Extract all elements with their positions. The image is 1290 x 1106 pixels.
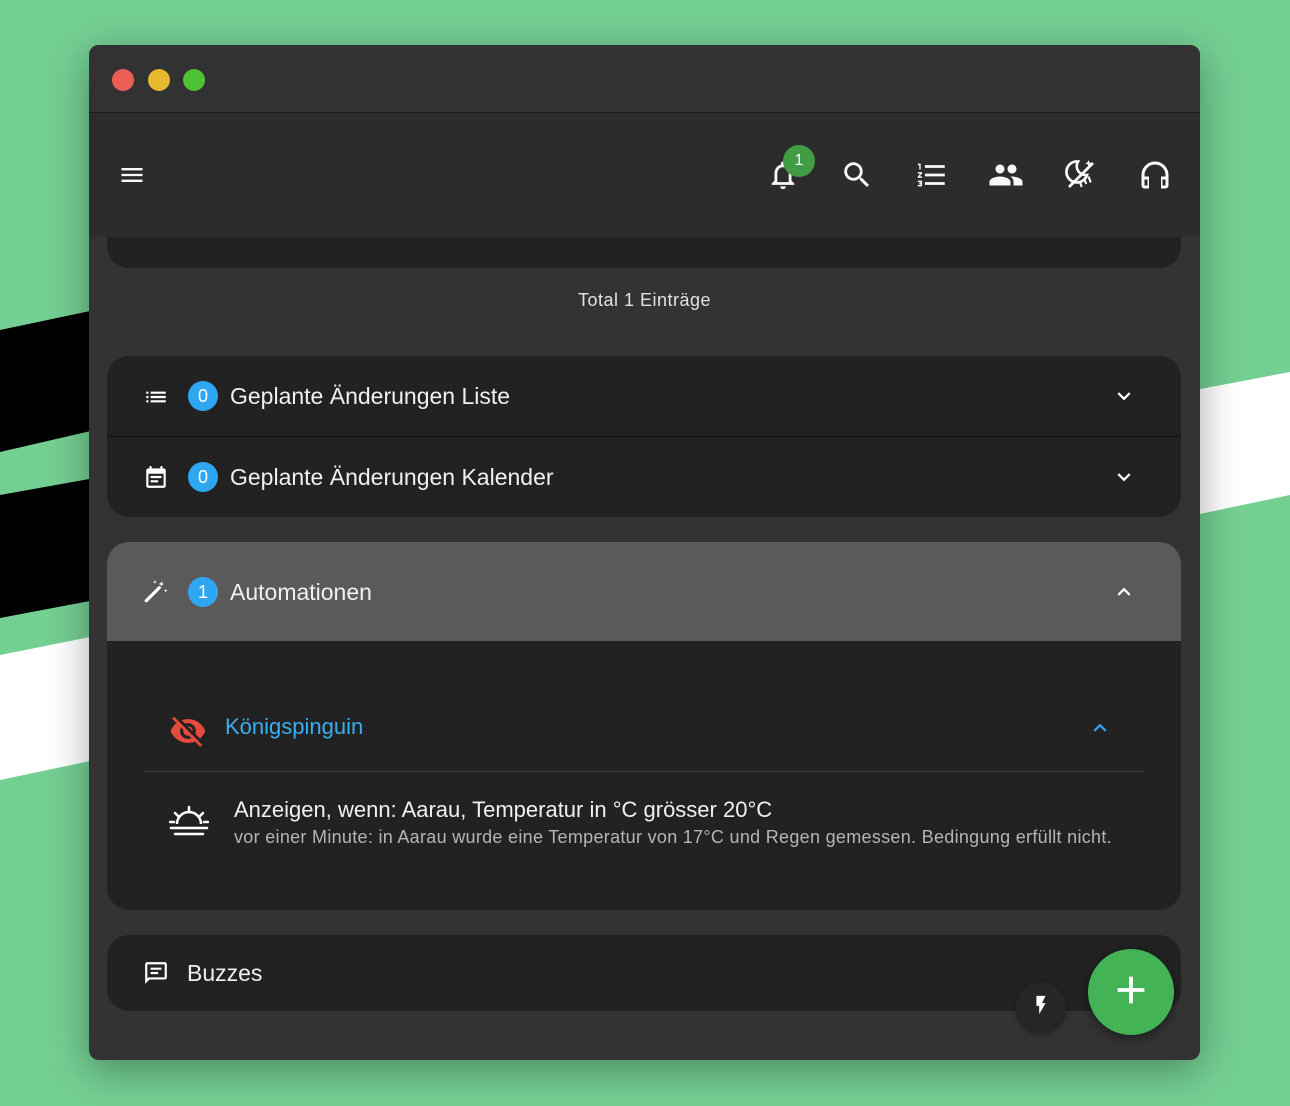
section-automations[interactable]: 1 Automationen <box>107 542 1181 641</box>
chevron-up-icon[interactable] <box>1111 579 1137 610</box>
title-bar <box>89 45 1200 113</box>
count-badge: 0 <box>188 381 218 411</box>
app-bar: 1 <box>89 113 1200 237</box>
previous-card-bottom <box>107 237 1181 268</box>
section-planned-calendar[interactable]: 0 Geplante Änderungen Kalender <box>107 437 1181 517</box>
automations-panel: 1 Automationen Königspinguin Anzeigen, w… <box>107 542 1181 910</box>
search-icon[interactable] <box>837 155 877 195</box>
section-planned-list[interactable]: 0 Geplante Änderungen Liste <box>107 356 1181 436</box>
count-badge: 1 <box>188 577 218 607</box>
minimize-window-button[interactable] <box>148 69 170 91</box>
lightning-icon <box>1030 991 1052 1024</box>
condition-title: Anzeigen, wenn: Aarau, Temperatur in °C … <box>234 797 773 822</box>
planned-changes-panel: 0 Geplante Änderungen Liste 0 Geplante Ä… <box>107 356 1181 517</box>
list-numbered-icon[interactable] <box>912 155 952 195</box>
chat-icon <box>143 960 169 991</box>
section-label: Geplante Änderungen Liste <box>230 383 511 409</box>
count-badge: 0 <box>188 462 218 492</box>
condition-detail: vor einer Minute: in Aarau wurde eine Te… <box>234 827 1112 847</box>
maximize-window-button[interactable] <box>183 69 205 91</box>
section-label: Buzzes <box>187 960 263 986</box>
divider <box>144 771 1144 772</box>
eye-off-icon[interactable] <box>169 712 207 755</box>
automation-name[interactable]: Königspinguin <box>225 714 363 740</box>
menu-icon[interactable] <box>115 158 149 192</box>
notification-badge: 1 <box>783 145 815 177</box>
close-window-button[interactable] <box>112 69 134 91</box>
magic-wand-icon <box>143 578 169 609</box>
sunrise-icon <box>168 804 210 843</box>
plus-icon <box>1108 967 1154 1018</box>
add-button[interactable] <box>1088 949 1174 1035</box>
quick-action-button[interactable] <box>1016 982 1066 1032</box>
app-window: 1 Total 1 Einträge 0 Geplante Änderungen… <box>89 45 1200 1060</box>
total-entries: Total 1 Einträge <box>577 290 712 310</box>
section-label: Geplante Änderungen Kalender <box>230 464 554 490</box>
list-icon <box>143 384 169 415</box>
weather-icon[interactable] <box>1061 155 1101 195</box>
chevron-down-icon[interactable] <box>1111 464 1137 495</box>
headset-icon[interactable] <box>1135 155 1175 195</box>
calendar-icon <box>143 464 169 495</box>
people-icon[interactable] <box>986 155 1026 195</box>
chevron-up-icon[interactable] <box>1087 715 1113 746</box>
chevron-down-icon[interactable] <box>1111 383 1137 414</box>
section-label: Automationen <box>230 579 372 605</box>
